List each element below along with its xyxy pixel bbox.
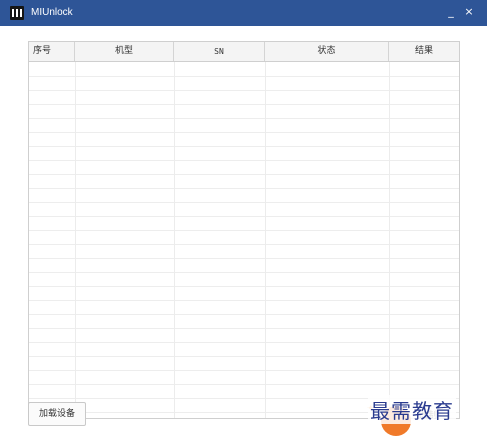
column-header-model: 机型 [75, 42, 174, 61]
table-row-divider [29, 244, 459, 245]
table-row-divider [29, 216, 459, 217]
table-row-divider [29, 258, 459, 259]
device-table[interactable]: 序号 机型 SN 状态 结果 [28, 41, 460, 419]
table-row-divider [29, 90, 459, 91]
column-divider [265, 62, 266, 418]
table-row-divider [29, 300, 459, 301]
column-divider [389, 62, 390, 418]
table-row-divider [29, 342, 459, 343]
mi-logo-icon [10, 6, 24, 20]
table-row-divider [29, 272, 459, 273]
column-divider [174, 62, 175, 418]
column-header-status: 状态 [265, 42, 389, 61]
minimize-icon[interactable]: _ [443, 4, 459, 20]
table-row-divider [29, 146, 459, 147]
table-row-divider [29, 384, 459, 385]
title-bar: MIUnlock _ × [0, 0, 487, 26]
load-device-button[interactable]: 加载设备 [28, 402, 86, 426]
table-row-divider [29, 230, 459, 231]
column-header-index: 序号 [29, 42, 75, 61]
column-divider [75, 62, 76, 418]
close-icon[interactable]: × [461, 4, 477, 20]
table-row-divider [29, 104, 459, 105]
table-row-divider [29, 328, 459, 329]
column-header-result: 结果 [414, 46, 433, 56]
table-row-divider [29, 356, 459, 357]
main-panel: 序号 机型 SN 状态 结果 加载设备 ✦ 改制 最需教育 [0, 26, 487, 436]
window-title: MIUnlock [31, 7, 73, 18]
table-row-divider [29, 160, 459, 161]
table-row-divider [29, 286, 459, 287]
table-row-divider [29, 132, 459, 133]
table-row-divider [29, 188, 459, 189]
table-row-divider [29, 174, 459, 175]
table-row-divider [29, 370, 459, 371]
table-body [29, 62, 459, 418]
table-row-divider [29, 314, 459, 315]
column-header-sn: SN [174, 42, 265, 61]
table-row-divider [29, 76, 459, 77]
table-row-divider [29, 202, 459, 203]
table-row-divider [29, 118, 459, 119]
table-header: 序号 机型 SN 状态 结果 [29, 42, 459, 62]
